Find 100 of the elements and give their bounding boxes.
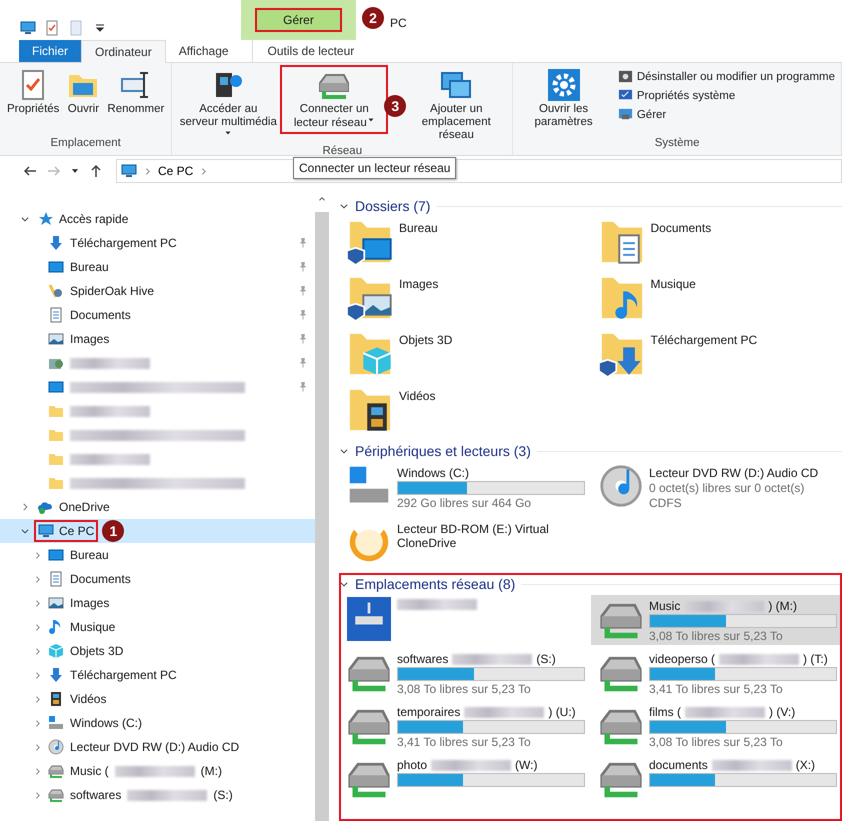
pin-icon — [297, 261, 309, 273]
ribbon-button[interactable]: Renommer — [104, 67, 168, 118]
item-name: photo — [397, 758, 428, 772]
nav-item[interactable]: Téléchargement PC — [0, 231, 315, 255]
nav-item[interactable]: Vidéos — [0, 687, 315, 711]
item-tile[interactable]: Objets 3D — [339, 329, 590, 382]
item-tile[interactable]: Bureau — [339, 217, 590, 270]
item-name: Lecteur DVD RW (D:) Audio CD — [649, 466, 818, 480]
ribbon-button[interactable]: Ajouter un emplacement réseau — [404, 67, 508, 144]
nav-label: OneDrive — [59, 500, 110, 514]
item-name: Images — [399, 277, 438, 291]
item-tile[interactable]: Téléchargement PC — [590, 329, 842, 382]
disc-icon — [48, 739, 64, 755]
breadcrumb[interactable]: Ce PC — [158, 164, 194, 178]
item-detail: CDFS — [649, 496, 683, 510]
item-tile[interactable]: photo (W:) — [339, 754, 591, 804]
item-detail: 0 octet(s) libres sur 0 octet(s) — [649, 481, 806, 495]
document-icon — [48, 307, 64, 323]
section-header[interactable]: Dossiers (7) — [355, 198, 430, 214]
ribbon-button[interactable]: Accéder au serveur multimédia — [176, 67, 280, 145]
item-tile[interactable]: softwares (S:) 3,08 To libres sur 5,23 To — [339, 648, 591, 698]
folder-icon — [48, 403, 64, 419]
ribbon-button[interactable]: Connecter un lecteur réseau — [282, 67, 386, 132]
item-name: films ( — [649, 705, 681, 719]
nav-item[interactable]: Lecteur DVD RW (D:) Audio CD — [0, 735, 315, 759]
nav-item[interactable]: Documents — [0, 567, 315, 591]
nav-item[interactable]: Bureau — [0, 255, 315, 279]
monitors-icon — [440, 69, 472, 101]
group-label: Emplacement — [50, 137, 122, 151]
nav-item[interactable]: SpiderOak Hive — [0, 279, 315, 303]
system-drive-icon — [48, 715, 64, 731]
nav-label: (S:) — [213, 788, 233, 802]
item-name: Windows (C:) — [397, 466, 470, 480]
quick-access-button[interactable] — [20, 20, 36, 36]
nav-label: Ce PC — [59, 524, 94, 538]
item-tile[interactable]: Music ) (M:) 3,08 To libres sur 5,23 To — [591, 595, 842, 645]
step-number-badge: 2 — [362, 7, 384, 29]
nav-item[interactable]: softwares (S:) — [0, 783, 315, 807]
nav-item[interactable]: OneDrive — [0, 495, 315, 519]
item-tile[interactable]: Musique — [590, 273, 842, 326]
folder-icon — [48, 427, 64, 443]
section-header[interactable]: Emplacements réseau (8) — [355, 576, 516, 592]
nav-item[interactable]: Ce PC 1 — [0, 519, 315, 543]
item-tile[interactable]: temporaires ) (U:) 3,41 To libres sur 5,23 To — [339, 701, 591, 751]
item-name: ) (V:) — [769, 705, 796, 719]
item-detail: 3,08 To libres sur 5,23 To — [397, 682, 532, 696]
pin-icon — [297, 237, 309, 249]
ribbon-tab[interactable]: Ordinateur — [81, 40, 166, 63]
item-tile[interactable]: films ( ) (V:) 3,08 To libres sur 5,23 To — [591, 701, 842, 751]
nav-item[interactable]: Images — [0, 591, 315, 615]
step-number-badge: 3 — [384, 95, 406, 117]
ribbon-tab[interactable]: Fichier — [19, 40, 82, 62]
checklist-icon — [44, 20, 60, 36]
nav-item[interactable]: Music ( (M:) — [0, 759, 315, 783]
ribbon-button[interactable]: Désinstaller ou modifier un programme — [616, 69, 837, 84]
nav-item[interactable]: Windows (C:) — [0, 711, 315, 735]
item-name: softwares — [397, 652, 448, 666]
nav-item[interactable]: Bureau — [0, 543, 315, 567]
item-tile[interactable]: documents (X:) — [591, 754, 842, 804]
ribbon-tab[interactable]: Affichage — [166, 40, 242, 62]
network-drive-icon — [48, 787, 64, 803]
ribbon-button[interactable]: Propriétés — [4, 67, 62, 118]
item-name: Objets 3D — [399, 333, 452, 347]
nav-label: (M:) — [200, 764, 222, 778]
nav-item[interactable]: Images — [0, 327, 315, 351]
nav-item[interactable]: Téléchargement PC — [0, 663, 315, 687]
item-tile[interactable]: Lecteur BD-ROM (E:) Virtual CloneDrive — [339, 518, 591, 571]
ribbon-button[interactable]: Propriétés système — [616, 88, 837, 103]
folder-ball-icon — [48, 283, 64, 299]
folder-icon — [48, 475, 64, 491]
ribbon-button[interactable]: Gérer — [616, 107, 837, 122]
nav-label: Bureau — [70, 260, 109, 274]
item-name: Bureau — [399, 221, 438, 235]
ribbon-button[interactable]: Ouvrir — [64, 67, 102, 118]
ribbon-button[interactable]: Ouvrir les paramètres — [517, 67, 610, 131]
step-number-badge: 1 — [102, 520, 124, 542]
nav-item[interactable]: Musique — [0, 615, 315, 639]
nav-label: Images — [70, 596, 110, 610]
nav-item[interactable]: Accès rapide — [0, 207, 315, 231]
desktop-icon — [48, 379, 64, 395]
scrollbar[interactable] — [315, 192, 329, 821]
item-tile[interactable]: Images — [339, 273, 590, 326]
caret-icon — [366, 116, 375, 124]
folder-icon — [48, 451, 64, 467]
item-name: temporaires — [397, 705, 460, 719]
page-icon — [68, 20, 84, 36]
item-tile[interactable]: Documents — [590, 217, 842, 270]
tooltip: Connecter un lecteur réseau — [293, 157, 456, 179]
nav-label: Objets 3D — [70, 644, 124, 658]
item-tile[interactable]: Vidéos — [339, 385, 590, 438]
nav-label: Music ( — [70, 764, 109, 778]
item-tile[interactable]: Windows (C:) 292 Go libres sur 464 Go — [339, 462, 591, 515]
item-tile[interactable]: Lecteur DVD RW (D:) Audio CD 0 octet(s) libres sur 0 octet(s) CDFS — [591, 462, 842, 515]
nav-item[interactable]: Objets 3D — [0, 639, 315, 663]
nav-item[interactable]: Documents — [0, 303, 315, 327]
pin-icon — [297, 285, 309, 297]
section-header[interactable]: Périphériques et lecteurs (3) — [355, 443, 531, 459]
nav-label: Téléchargement PC — [70, 668, 177, 682]
item-tile[interactable]: videoperso ( ) (T:) 3,41 To libres sur 5,23 To — [591, 648, 842, 698]
ribbon-tab[interactable]: Outils de lecteur — [252, 40, 370, 62]
